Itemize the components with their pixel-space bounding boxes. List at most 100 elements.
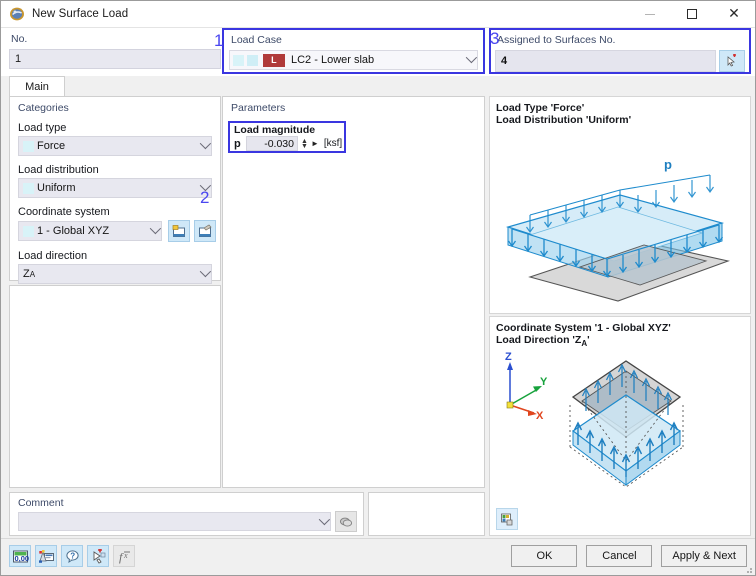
- header-row: No. 1 Load Case L LC2 - Lower slab Assig…: [1, 28, 755, 76]
- assigned-surfaces-label: Assigned to Surfaces No.: [497, 34, 616, 46]
- render-icon: [93, 548, 105, 564]
- tab-main[interactable]: Main: [9, 76, 65, 96]
- surface-load-icon: [9, 6, 25, 22]
- select-surfaces-icon: [727, 53, 736, 67]
- svg-text:?: ?: [70, 551, 75, 560]
- comment-list-button[interactable]: [335, 511, 357, 532]
- window-controls: ✕: [629, 1, 755, 27]
- load-direction-value: Z: [23, 268, 30, 280]
- comment-input[interactable]: [18, 512, 331, 531]
- formula-icon: f x: [119, 550, 130, 564]
- title-bar: New Surface Load ✕: [1, 1, 755, 28]
- settings-button[interactable]: [35, 545, 57, 567]
- load-case-select[interactable]: L LC2 - Lower slab: [229, 50, 478, 70]
- chevron-down-icon[interactable]: [199, 265, 212, 278]
- load-case-group: Load Case L LC2 - Lower slab: [222, 28, 485, 74]
- chevron-down-icon[interactable]: [199, 137, 212, 150]
- load-direction-select[interactable]: ZA: [18, 264, 212, 284]
- parameters-group-label: Parameters: [231, 102, 286, 114]
- assigned-surfaces-input[interactable]: 4: [495, 50, 716, 72]
- annotation-2: 2: [200, 188, 210, 207]
- coordinate-system-row: 1 - Global XYZ: [10, 220, 220, 242]
- preview-top-panel: Load Type 'Force' Load Distribution 'Uni…: [489, 96, 751, 314]
- load-type-swatch: [23, 140, 34, 152]
- annotation-1: 1: [214, 31, 224, 50]
- dialog-body: Main Categories Load type Force Load dis…: [1, 76, 755, 538]
- load-case-label: Load Case: [231, 34, 282, 46]
- load-magnitude-stepper[interactable]: ▲ ▼: [301, 138, 308, 150]
- preview-load-symbol: p: [664, 157, 672, 172]
- help-icon: ?: [65, 549, 79, 563]
- parameters-panel: Parameters Load magnitude p -0.030 ▲ ▼ ►…: [222, 96, 485, 488]
- load-magnitude-more-icon[interactable]: ►: [311, 139, 319, 148]
- color-swatch-2: [247, 54, 258, 66]
- load-case-value: LC2 - Lower slab: [291, 54, 375, 66]
- annotation-3: 3: [490, 29, 500, 48]
- chevron-down-icon[interactable]: [318, 513, 331, 525]
- load-type-label: Load type: [18, 122, 67, 134]
- load-magnitude-highlight-box: Load magnitude p -0.030 ▲ ▼ ► [ksf]: [228, 121, 346, 153]
- apply-next-button[interactable]: Apply & Next: [661, 545, 747, 567]
- edit-coordinate-system-icon: [199, 224, 212, 237]
- settings-icon: [38, 549, 54, 563]
- load-distribution-value: Uniform: [37, 182, 76, 194]
- footer-buttons: OK Cancel Apply & Next: [511, 545, 747, 567]
- maximize-icon: [687, 9, 697, 19]
- coordinate-system-label: Coordinate system: [18, 206, 110, 218]
- axis-triad: Z Y X: [505, 351, 548, 422]
- load-direction-diagram: Z Y X: [505, 351, 684, 488]
- load-case-highlight-box: Load Case L LC2 - Lower slab: [222, 28, 485, 74]
- ok-button[interactable]: OK: [511, 545, 578, 567]
- units-button[interactable]: 0,00: [9, 545, 31, 567]
- dialog-footer: 0,00 ? f x OK Cancel Apply & Next: [1, 538, 755, 575]
- new-coordinate-system-icon: [172, 224, 185, 237]
- load-type-select[interactable]: Force: [18, 136, 212, 156]
- dialog-window: New Surface Load ✕ No. 1 Load Case L LC2…: [0, 0, 756, 576]
- new-coordinate-system-button[interactable]: [168, 220, 190, 242]
- load-distribution-select[interactable]: Uniform: [18, 178, 212, 198]
- formula-button: f x: [113, 545, 135, 567]
- svg-text:0,00: 0,00: [14, 554, 29, 563]
- number-input[interactable]: 1: [9, 49, 221, 69]
- comment-list-icon: [339, 517, 353, 527]
- categories-panel: Categories Load type Force Load distribu…: [9, 96, 221, 284]
- load-type-value: Force: [37, 140, 66, 152]
- preview-top-line2: Load Distribution 'Uniform': [496, 114, 632, 126]
- coordinate-system-value: 1 - Global XYZ: [37, 225, 110, 237]
- categories-group-label: Categories: [18, 102, 69, 114]
- preview-bottom-line2: Load Direction 'ZA': [496, 334, 590, 349]
- assigned-surfaces-highlight-box: Assigned to Surfaces No. 4: [489, 28, 751, 74]
- close-icon: ✕: [728, 6, 740, 22]
- preview-image-button[interactable]: [496, 508, 518, 530]
- assigned-surfaces-group: Assigned to Surfaces No. 4: [489, 28, 751, 74]
- tab-strip: Main: [9, 76, 65, 96]
- preview-image-icon: [500, 513, 512, 525]
- preview-bottom-panel: Coordinate System '1 - Global XYZ' Load …: [489, 316, 751, 536]
- number-label: No.: [11, 33, 28, 45]
- preview-top-line1: Load Type 'Force': [496, 102, 585, 114]
- load-magnitude-input[interactable]: -0.030: [246, 136, 298, 151]
- minimize-button[interactable]: [629, 1, 671, 27]
- uniform-load-diagram: p: [505, 157, 730, 302]
- stepper-down-icon[interactable]: ▼: [301, 143, 308, 150]
- tab-strip-background: [9, 76, 749, 97]
- minimize-icon: [645, 13, 655, 15]
- select-surfaces-button[interactable]: [719, 50, 745, 72]
- help-button[interactable]: ?: [61, 545, 83, 567]
- load-magnitude-label: Load magnitude: [234, 124, 316, 136]
- chevron-down-icon[interactable]: [149, 222, 162, 235]
- close-button[interactable]: ✕: [713, 1, 755, 27]
- cancel-button[interactable]: Cancel: [586, 545, 653, 567]
- comment-label: Comment: [18, 497, 64, 509]
- resize-grip[interactable]: [743, 564, 753, 574]
- edit-coordinate-system-button[interactable]: [194, 220, 216, 242]
- maximize-button[interactable]: [671, 1, 713, 27]
- comment-row: [10, 509, 363, 532]
- load-distribution-label: Load distribution: [18, 164, 99, 176]
- render-button[interactable]: [87, 545, 109, 567]
- svg-text:Z: Z: [505, 351, 512, 363]
- chevron-down-icon[interactable]: [465, 51, 478, 64]
- color-swatch-1: [233, 54, 244, 66]
- units-icon: 0,00: [12, 550, 29, 563]
- coordinate-system-select[interactable]: 1 - Global XYZ: [18, 221, 162, 241]
